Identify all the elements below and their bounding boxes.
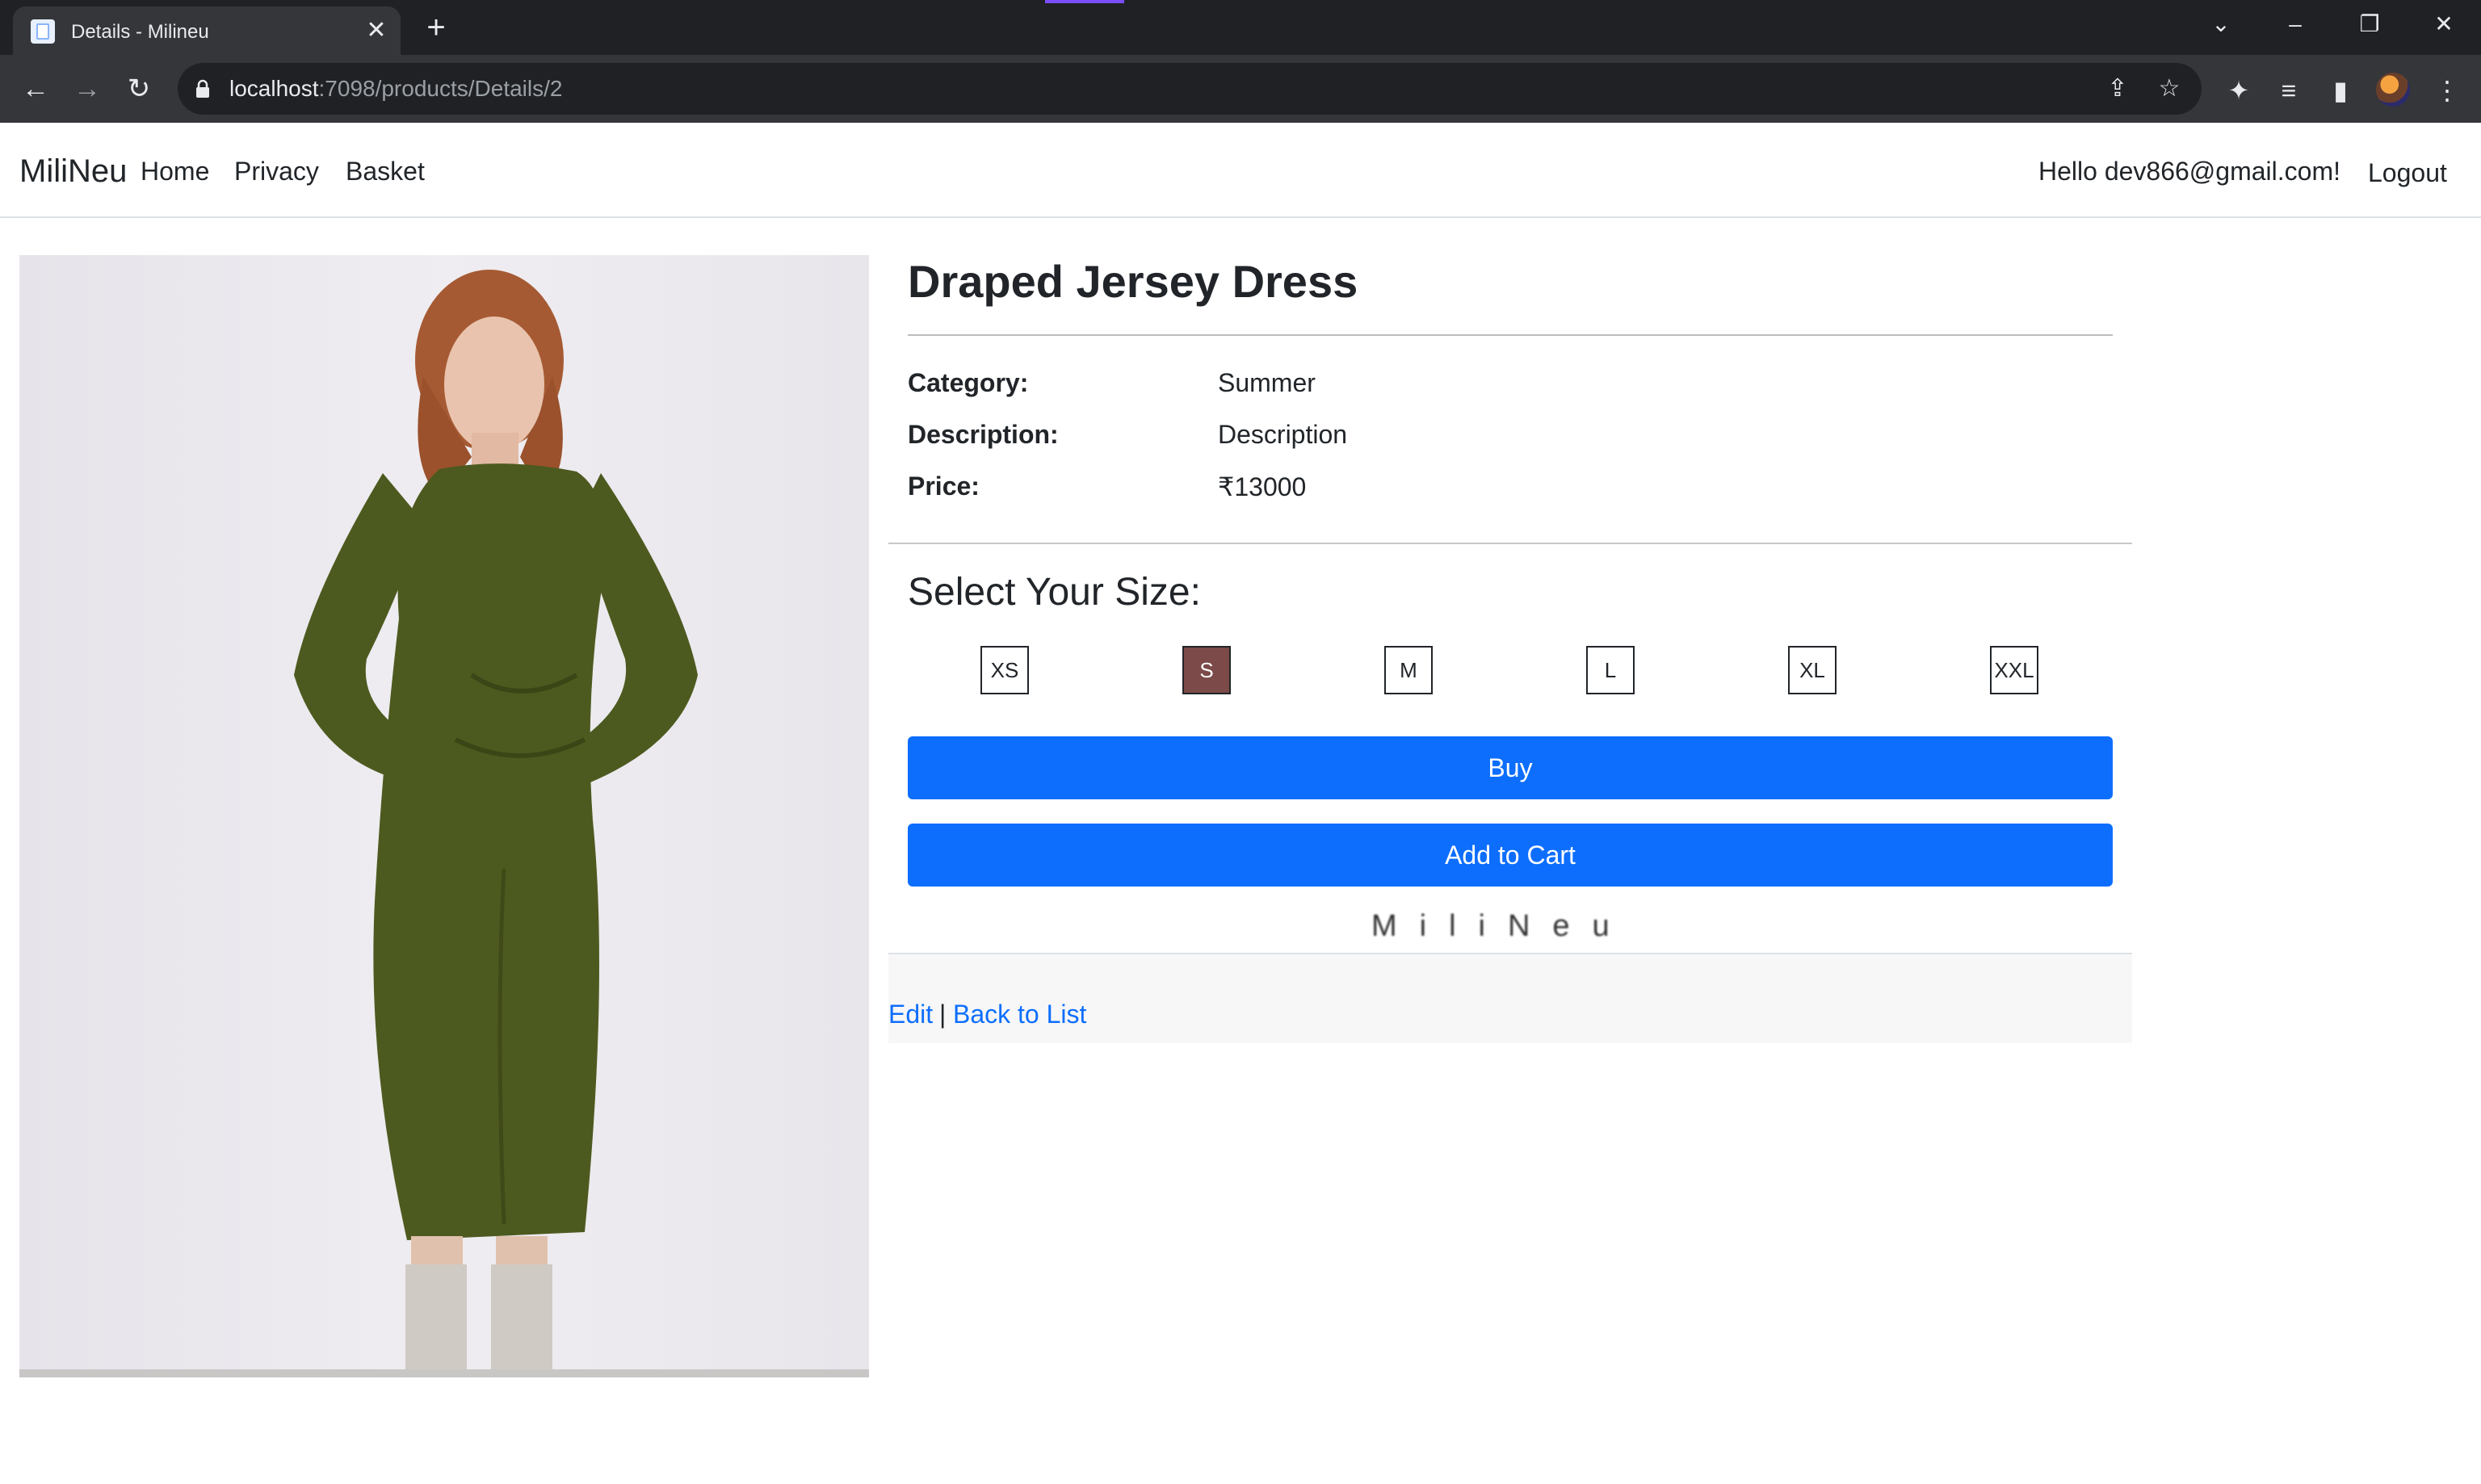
category-value: Summer [1218, 368, 1316, 397]
nav-home[interactable]: Home [141, 157, 209, 187]
description-label: Description: [908, 420, 1059, 449]
tab-search-chevron-icon[interactable]: ⌄ [2197, 5, 2245, 44]
divider [908, 334, 2113, 336]
media-queue-icon[interactable]: ≡ [2273, 74, 2305, 107]
link-separator: | [939, 1000, 947, 1029]
divider [888, 543, 2132, 544]
reload-icon[interactable]: ↻ [120, 69, 158, 108]
product-image [19, 255, 869, 1377]
user-greeting[interactable]: Hello dev866@gmail.com! [2038, 157, 2340, 187]
lock-icon [196, 79, 209, 98]
category-label: Category: [908, 368, 1029, 397]
details-footer [888, 953, 2132, 1043]
size-heading: Select Your Size: [908, 571, 1201, 614]
new-tab-icon[interactable]: + [420, 11, 452, 44]
buy-button[interactable]: Buy [908, 736, 2113, 799]
description-value: Description [1218, 420, 1348, 449]
share-icon[interactable]: ⇪ [2103, 74, 2132, 103]
add-to-cart-button[interactable]: Add to Cart [908, 824, 2113, 887]
size-option-m[interactable]: M [1384, 646, 1433, 694]
nav-basket[interactable]: Basket [346, 157, 425, 187]
profile-avatar[interactable] [2376, 73, 2410, 107]
browser-titlebar: Details - Milineu ✕ + ⌄ – ❐ ✕ [0, 0, 2481, 55]
back-arrow-icon[interactable]: ← [16, 69, 55, 108]
product-title: Draped Jersey Dress [908, 256, 1358, 307]
site-navbar: MiliNeu Home Privacy Basket Hello dev866… [0, 123, 2481, 218]
size-option-xxl[interactable]: XXL [1990, 646, 2038, 694]
tab-title: Details - Milineu [71, 21, 209, 43]
size-option-xl[interactable]: XL [1788, 646, 1837, 694]
nav-privacy[interactable]: Privacy [234, 157, 319, 187]
size-option-s[interactable]: S [1182, 646, 1231, 694]
page-favicon-icon [31, 19, 55, 44]
restore-icon[interactable]: ❐ [2345, 5, 2394, 44]
dress-model-illustration [19, 255, 869, 1377]
side-panel-icon[interactable]: ▮ [2324, 74, 2357, 107]
bookmark-star-icon[interactable]: ☆ [2155, 74, 2184, 103]
price-label: Price: [908, 472, 980, 501]
address-bar[interactable]: localhost:7098/products/Details/2 ⇪ ☆ [178, 63, 2202, 115]
logout-link[interactable]: Logout [2368, 158, 2447, 188]
menu-kebab-icon[interactable]: ⋮ [2431, 74, 2463, 107]
browser-tab[interactable]: Details - Milineu ✕ [13, 6, 401, 55]
size-option-l[interactable]: L [1586, 646, 1635, 694]
url-text: localhost:7098/products/Details/2 [229, 76, 563, 101]
minimize-icon[interactable]: – [2271, 5, 2319, 44]
browser-toolbar: ← → ↻ localhost:7098/products/Details/2 … [0, 55, 2481, 123]
close-window-icon[interactable]: ✕ [2420, 5, 2468, 44]
size-option-xs[interactable]: XS [980, 646, 1029, 694]
brand-logo[interactable]: MiliNeu [19, 153, 127, 190]
edit-link[interactable]: Edit [888, 1000, 933, 1029]
close-tab-icon[interactable]: ✕ [362, 16, 391, 45]
forward-arrow-icon[interactable]: → [68, 69, 107, 108]
back-to-list-link[interactable]: Back to List [953, 1000, 1086, 1029]
extensions-puzzle-icon[interactable]: ✦ [2223, 74, 2255, 107]
brand-watermark: MiliNeu [1371, 909, 1632, 943]
titlebar-accent [1045, 0, 1124, 3]
price-value: ₹13000 [1218, 472, 1307, 501]
